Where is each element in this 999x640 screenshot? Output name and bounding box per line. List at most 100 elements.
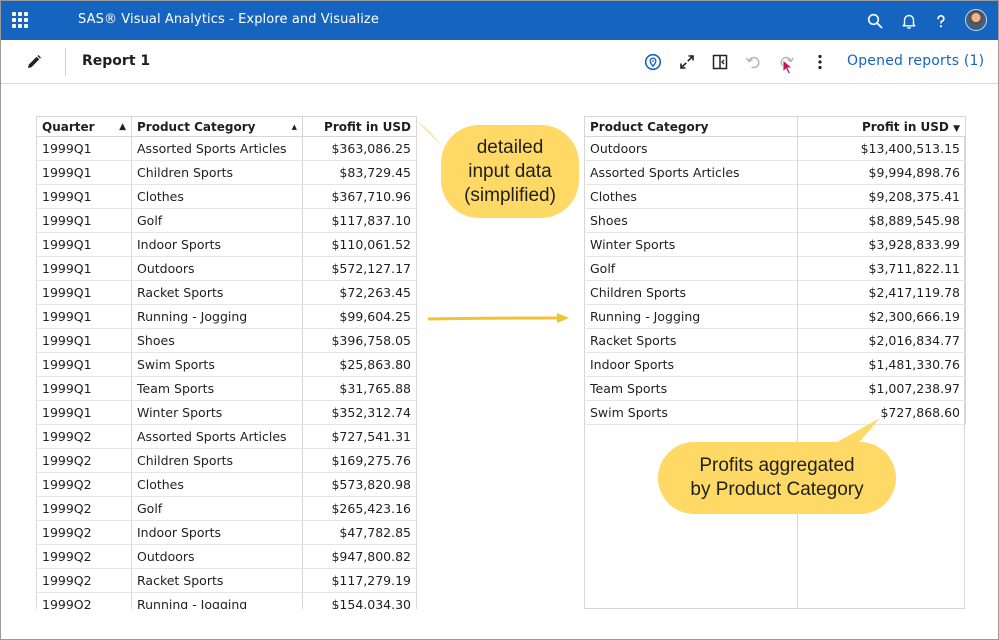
table-cell: Indoor Sports <box>584 352 798 377</box>
table-cell: Shoes <box>131 328 303 353</box>
table-cell: Clothes <box>584 184 798 209</box>
table-cell: Racket Sports <box>131 280 303 305</box>
detail-table: Quarter ▲ Product Category ▲ Profit in USD… <box>36 116 417 609</box>
table-row[interactable]: 1999Q1 Outdoors $572,127.17 <box>36 256 417 281</box>
pencil-icon[interactable] <box>25 53 43 71</box>
table-cell: 1999Q1 <box>36 280 132 305</box>
user-avatar[interactable] <box>965 9 987 31</box>
table-row[interactable]: 1999Q2 Children Sports $169,275.76 <box>36 448 417 473</box>
table-row[interactable]: Team Sports $1,007,238.97 <box>584 376 966 401</box>
table-cell: $9,994,898.76 <box>797 160 966 185</box>
table-row[interactable]: 1999Q1 Racket Sports $72,263.45 <box>36 280 417 305</box>
table-row[interactable]: Golf $3,711,822.11 <box>584 256 966 281</box>
table-cell: Outdoors <box>584 136 798 161</box>
table-row[interactable]: Assorted Sports Articles $9,994,898.76 <box>584 160 966 185</box>
app-title: SAS® Visual Analytics - Explore and Visu… <box>78 12 379 27</box>
table-cell: 1999Q1 <box>36 376 132 401</box>
table-row[interactable]: 1999Q1 Shoes $396,758.05 <box>36 328 417 353</box>
table-cell: $947,800.82 <box>302 544 417 569</box>
bell-icon[interactable] <box>899 11 919 31</box>
table-row[interactable]: 1999Q1 Indoor Sports $110,061.52 <box>36 232 417 257</box>
column-header-profit[interactable]: Profit in USD <box>302 116 417 137</box>
table-cell: Swim Sports <box>584 400 798 425</box>
table-cell: 1999Q1 <box>36 400 132 425</box>
table-row[interactable]: 1999Q1 Children Sports $83,729.45 <box>36 160 417 185</box>
table-cell: $2,016,834.77 <box>797 328 966 353</box>
table-cell: Golf <box>131 496 303 521</box>
table-row[interactable]: 1999Q2 Indoor Sports $47,782.85 <box>36 520 417 545</box>
table-cell: $3,928,833.99 <box>797 232 966 257</box>
callout-aggregated: Profits aggregated by Product Category <box>658 418 896 514</box>
table-row[interactable]: Racket Sports $2,016,834.77 <box>584 328 966 353</box>
table-cell: Assorted Sports Articles <box>584 160 798 185</box>
table-cell: 1999Q2 <box>36 496 132 521</box>
table-row[interactable]: Outdoors $13,400,513.15 <box>584 136 966 161</box>
location-pin-icon[interactable] <box>643 52 663 72</box>
table-cell: $169,275.76 <box>302 448 417 473</box>
table-cell: $3,711,822.11 <box>797 256 966 281</box>
table-cell: Assorted Sports Articles <box>131 424 303 449</box>
arrow-icon <box>427 313 569 323</box>
table-cell: Outdoors <box>131 256 303 281</box>
table-cell: 1999Q1 <box>36 328 132 353</box>
column-header-quarter[interactable]: Quarter ▲ <box>36 116 132 137</box>
table-cell: Winter Sports <box>131 400 303 425</box>
table-cell: 1999Q1 <box>36 232 132 257</box>
table-row[interactable]: 1999Q1 Team Sports $31,765.88 <box>36 376 417 401</box>
table-row[interactable]: 1999Q2 Clothes $573,820.98 <box>36 472 417 497</box>
table-row[interactable]: 1999Q2 Assorted Sports Articles $727,541.3… <box>36 424 417 449</box>
more-options-icon[interactable] <box>810 52 830 72</box>
mouse-cursor-icon <box>782 59 794 75</box>
table-row[interactable]: Shoes $8,889,545.98 <box>584 208 966 233</box>
aggregated-table: Product Category Profit in USD ▼ Outdoor… <box>584 116 966 425</box>
table-row[interactable]: 1999Q1 Assorted Sports Articles $363,086.2… <box>36 136 417 161</box>
table-cell: $573,820.98 <box>302 472 417 497</box>
table-row[interactable]: 1999Q1 Clothes $367,710.96 <box>36 184 417 209</box>
expand-icon[interactable] <box>677 52 697 72</box>
column-header-product-category[interactable]: Product Category <box>584 116 798 137</box>
table-cell: $352,312.74 <box>302 400 417 425</box>
table-row[interactable]: Children Sports $2,417,119.78 <box>584 280 966 305</box>
table-row[interactable]: 1999Q1 Winter Sports $352,312.74 <box>36 400 417 425</box>
toolbar-divider <box>65 48 66 76</box>
table-row[interactable]: 1999Q2 Outdoors $947,800.82 <box>36 544 417 569</box>
table-row[interactable]: Winter Sports $3,928,833.99 <box>584 232 966 257</box>
table-row[interactable]: 1999Q2 Running - Jogging $154,034.30 <box>36 592 417 609</box>
table-row[interactable]: Indoor Sports $1,481,330.76 <box>584 352 966 377</box>
column-header-product-category[interactable]: Product Category ▲ <box>131 116 303 137</box>
table-cell: 1999Q2 <box>36 520 132 545</box>
table-cell: $47,782.85 <box>302 520 417 545</box>
table-row[interactable]: Clothes $9,208,375.41 <box>584 184 966 209</box>
table-cell: Shoes <box>584 208 798 233</box>
callout-input-data: detailed input data (simplified) <box>415 119 579 218</box>
table-cell: $367,710.96 <box>302 184 417 209</box>
table-cell: $31,765.88 <box>302 376 417 401</box>
panel-toggle-icon[interactable] <box>710 52 730 72</box>
table-cell: $117,279.19 <box>302 568 417 593</box>
table-cell: 1999Q1 <box>36 208 132 233</box>
opened-reports-link[interactable]: Opened reports (1) <box>847 53 984 69</box>
table-cell: Outdoors <box>131 544 303 569</box>
column-header-profit[interactable]: Profit in USD ▼ <box>797 116 966 137</box>
table-cell: Team Sports <box>584 376 798 401</box>
table-cell: Assorted Sports Articles <box>131 136 303 161</box>
table-cell: $727,541.31 <box>302 424 417 449</box>
help-icon[interactable] <box>931 11 951 31</box>
table-row[interactable]: 1999Q1 Swim Sports $25,863.80 <box>36 352 417 377</box>
table-cell: Winter Sports <box>584 232 798 257</box>
callout-pointer <box>415 119 443 147</box>
table-row[interactable]: 1999Q2 Racket Sports $117,279.19 <box>36 568 417 593</box>
report-toolbar: Report 1 Opened reports (1) <box>1 40 998 84</box>
table-cell: Children Sports <box>131 160 303 185</box>
table-row[interactable]: 1999Q1 Golf $117,837.10 <box>36 208 417 233</box>
table-cell: $154,034.30 <box>302 592 417 609</box>
sort-descending-icon: ▼ <box>953 123 960 134</box>
table-row[interactable]: Running - Jogging $2,300,666.19 <box>584 304 966 329</box>
undo-icon[interactable] <box>743 52 763 72</box>
search-icon[interactable] <box>865 11 885 31</box>
table-row[interactable]: 1999Q2 Golf $265,423.16 <box>36 496 417 521</box>
apps-grid-icon[interactable] <box>12 12 28 28</box>
table-row[interactable]: Swim Sports $727,868.60 <box>584 400 966 425</box>
table-cell: Swim Sports <box>131 352 303 377</box>
table-row[interactable]: 1999Q1 Running - Jogging $99,604.25 <box>36 304 417 329</box>
